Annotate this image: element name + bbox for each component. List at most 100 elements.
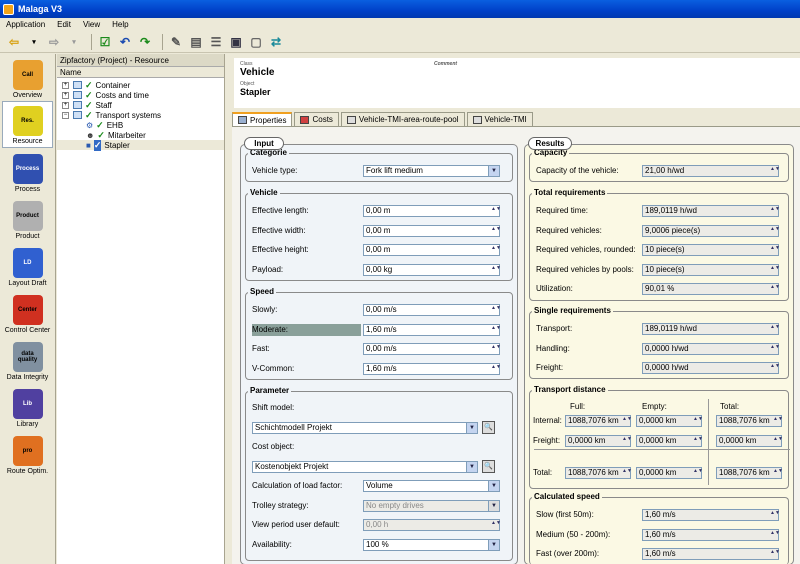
tree-item-label: Staff — [95, 100, 112, 110]
value-field[interactable]: 0,00 m/s ▲▼ — [363, 343, 501, 356]
value-field: 1,60 m/s ▲▼ — [642, 548, 780, 561]
spinner-icon: ▲▼ — [770, 245, 780, 252]
parameter-group: Parameter Shift model: Schichtmodell Pro… — [245, 386, 513, 561]
expand-icon[interactable]: + — [62, 91, 69, 99]
value-field[interactable]: 0,00 kg ▲▼ — [363, 263, 501, 276]
validate-icon[interactable]: ☑ — [97, 34, 113, 50]
value-field[interactable]: 0,00 m/s ▲▼ — [363, 304, 501, 316]
nav-process[interactable]: Process Process — [0, 148, 55, 195]
distance-total-field: 0,0000 km ▲▼ — [716, 435, 783, 447]
process-icon: Process — [12, 154, 43, 184]
edit-icon[interactable]: ✎ — [168, 34, 184, 50]
nav-control-center[interactable]: Center Control Center — [0, 289, 55, 336]
value-field: 0,0000 h/wd ▲▼ — [642, 342, 780, 355]
tree-item-container[interactable]: + ✓ Container — [57, 80, 224, 90]
tree-item-stapler[interactable]: ■ ✓ Stapler — [57, 139, 224, 151]
spinner-icon[interactable]: ▲▼ — [491, 226, 501, 235]
value-field[interactable]: 0,00 m ▲▼ — [363, 224, 501, 237]
value-field[interactable]: 1,60 m/s ▲▼ — [363, 362, 501, 375]
cost-object-label: Cost object: — [252, 442, 295, 451]
menu-edit[interactable]: Edit — [51, 20, 77, 29]
chevron-down-icon[interactable]: ▼ — [488, 540, 499, 550]
tree-item-staff[interactable]: + ✓ Staff — [57, 100, 224, 110]
cost-object-lookup-button[interactable]: 🔍 — [482, 460, 495, 473]
properties-icon[interactable]: ▤ — [188, 34, 204, 50]
menu-view[interactable]: View — [77, 20, 106, 29]
value-field: 1,60 m/s ▲▼ — [642, 528, 780, 541]
field-label: Payload: — [252, 264, 284, 274]
chevron-down-icon[interactable]: ▼ — [488, 166, 499, 176]
value-field[interactable]: 0,00 m ▲▼ — [363, 205, 501, 217]
group-title: Vehicle — [248, 188, 280, 197]
tree-item-ehb[interactable]: ⚙ ✓ EHB — [57, 120, 224, 130]
save-icon[interactable]: ▣ — [228, 34, 244, 50]
shift-model-lookup-button[interactable]: 🔍 — [482, 421, 495, 434]
chevron-down-icon[interactable]: ▼ — [466, 462, 477, 472]
spinner-icon[interactable]: ▲▼ — [491, 207, 501, 215]
forward-dropdown-icon[interactable]: ▾ — [66, 34, 82, 50]
spinner-icon[interactable]: ▲▼ — [491, 325, 501, 334]
vehicle-type-select[interactable]: Fork lift medium ▼ — [363, 165, 500, 177]
field-label: Capacity of the vehicle: — [536, 166, 619, 175]
back-dropdown-icon[interactable]: ▾ — [26, 34, 42, 50]
expand-icon[interactable]: + — [62, 101, 69, 109]
nav-resource[interactable]: Res. Resource — [2, 101, 53, 148]
tree-item-label: Stapler — [104, 140, 130, 150]
nav-product[interactable]: Product Product — [0, 195, 55, 242]
tab-vehicle-tmi-area-route-pool[interactable]: Vehicle-TMI-area-route-pool — [340, 112, 465, 126]
input-column: Categorie Vehicle type: Fork lift medium… — [240, 144, 518, 564]
menu-application[interactable]: Application — [0, 20, 51, 29]
shift-model-label: Shift model: — [252, 403, 295, 412]
nav-overview[interactable]: Call Overview — [0, 54, 55, 101]
menu-bar: Application Edit View Help — [0, 18, 800, 31]
nav-route-optim[interactable]: pro Route Optim. — [0, 430, 55, 477]
spinner-icon[interactable]: ▲▼ — [491, 265, 501, 274]
nav-library[interactable]: Lib Library — [0, 383, 55, 430]
field-value: 0,0000 km — [639, 436, 677, 445]
nav-data-integrity[interactable]: data quality Data Integrity — [0, 336, 55, 383]
load-factor-select[interactable]: Volume ▼ — [363, 480, 500, 492]
spinner-icon: ▲▼ — [773, 436, 783, 442]
tree-column-name[interactable]: Name — [57, 67, 224, 78]
collapse-icon[interactable]: − — [62, 111, 69, 119]
value-field[interactable]: 0,00 m ▲▼ — [363, 244, 501, 257]
forward-arrow-icon[interactable]: ⇨ — [46, 34, 62, 50]
table-icon — [346, 115, 356, 124]
expand-icon[interactable]: + — [62, 81, 69, 89]
field-value: 10 piece(s) — [645, 245, 685, 255]
spinner-icon: ▲▼ — [770, 264, 780, 271]
undo-icon[interactable]: ↶ — [117, 34, 133, 50]
list-icon[interactable]: ☰ — [208, 34, 224, 50]
nav-layout-draft[interactable]: LD Layout Draft — [0, 242, 55, 289]
spinner-icon[interactable]: ▲▼ — [491, 364, 501, 373]
chevron-down-icon[interactable]: ▼ — [488, 481, 499, 491]
main-panel: Class Vehicle Object Stapler Comment Pro… — [226, 54, 800, 564]
redo-icon[interactable]: ↷ — [137, 34, 153, 50]
value-field: 9,0006 piece(s) ▲▼ — [642, 224, 780, 237]
refresh-icon[interactable]: ⇄ — [268, 34, 284, 50]
cost-object-select[interactable]: Kostenobjekt Projekt ▼ — [252, 461, 478, 473]
field-value: 1,60 m/s — [366, 363, 397, 373]
spinner-icon: ▲▼ — [770, 529, 780, 536]
tree-item-costs[interactable]: + ✓ Costs and time — [57, 90, 224, 100]
tab-costs[interactable]: Costs — [294, 112, 339, 126]
spinner-icon[interactable]: ▲▼ — [491, 306, 501, 314]
grid-icon[interactable]: ▢ — [248, 34, 264, 50]
toolbar: ⇦ ▾ ⇨ ▾ ☑ ↶ ↷ ✎ ▤ ☰ ▣ ▢ ⇄ — [0, 31, 800, 53]
speed-group: Speed Slowly: 0,00 m/s ▲▼ Moderate: 1,60 m/s ▲… — [245, 287, 513, 380]
shift-model-select[interactable]: Schichtmodell Projekt ▼ — [252, 422, 478, 434]
chevron-down-icon[interactable]: ▼ — [466, 423, 477, 433]
spinner-icon[interactable]: ▲▼ — [491, 345, 501, 353]
field-value: 0,00 m/s — [366, 305, 397, 314]
spinner-icon[interactable]: ▲▼ — [491, 246, 501, 254]
back-arrow-icon[interactable]: ⇦ — [6, 34, 22, 50]
app-icon — [3, 3, 14, 15]
availability-select[interactable]: 100 % ▼ — [363, 539, 500, 551]
value-field[interactable]: 1,60 m/s ▲▼ — [363, 323, 501, 336]
tree-item-mitarbeiter[interactable]: ☻ ✓ Mitarbeiter — [57, 130, 224, 140]
tree-item-transport-systems[interactable]: − ✓ Transport systems — [57, 110, 224, 120]
tab-vehicle-tmi[interactable]: Vehicle-TMI — [466, 112, 533, 126]
tab-properties[interactable]: Properties — [232, 112, 293, 126]
menu-help[interactable]: Help — [106, 20, 134, 29]
spinner-icon: ▲▼ — [770, 166, 780, 172]
